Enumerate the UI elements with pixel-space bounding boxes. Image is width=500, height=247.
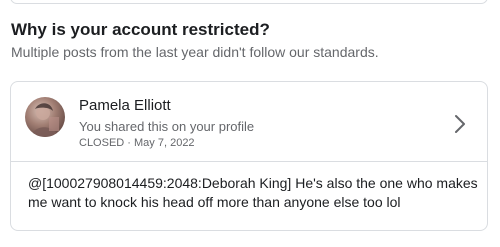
post-body: @[100027908014459:2048:Deborah King] He'… [28, 175, 478, 210]
post-shared-text: You shared this on your profile [79, 119, 255, 134]
avatar[interactable] [25, 97, 65, 137]
post-status: CLOSED · May 7, 2022 [79, 137, 195, 149]
post-card[interactable]: Pamela Elliott You shared this on your p… [10, 81, 488, 231]
chevron-right-icon[interactable] [452, 113, 468, 135]
divider [11, 161, 487, 162]
page-subtitle: Multiple posts from the last year didn't… [11, 44, 379, 60]
previous-card-edge [10, 0, 488, 4]
post-header[interactable]: Pamela Elliott You shared this on your p… [11, 82, 487, 162]
profile-photo-icon [31, 103, 59, 137]
post-author-name[interactable]: Pamela Elliott [79, 97, 171, 114]
page-title: Why is your account restricted? [11, 20, 270, 39]
